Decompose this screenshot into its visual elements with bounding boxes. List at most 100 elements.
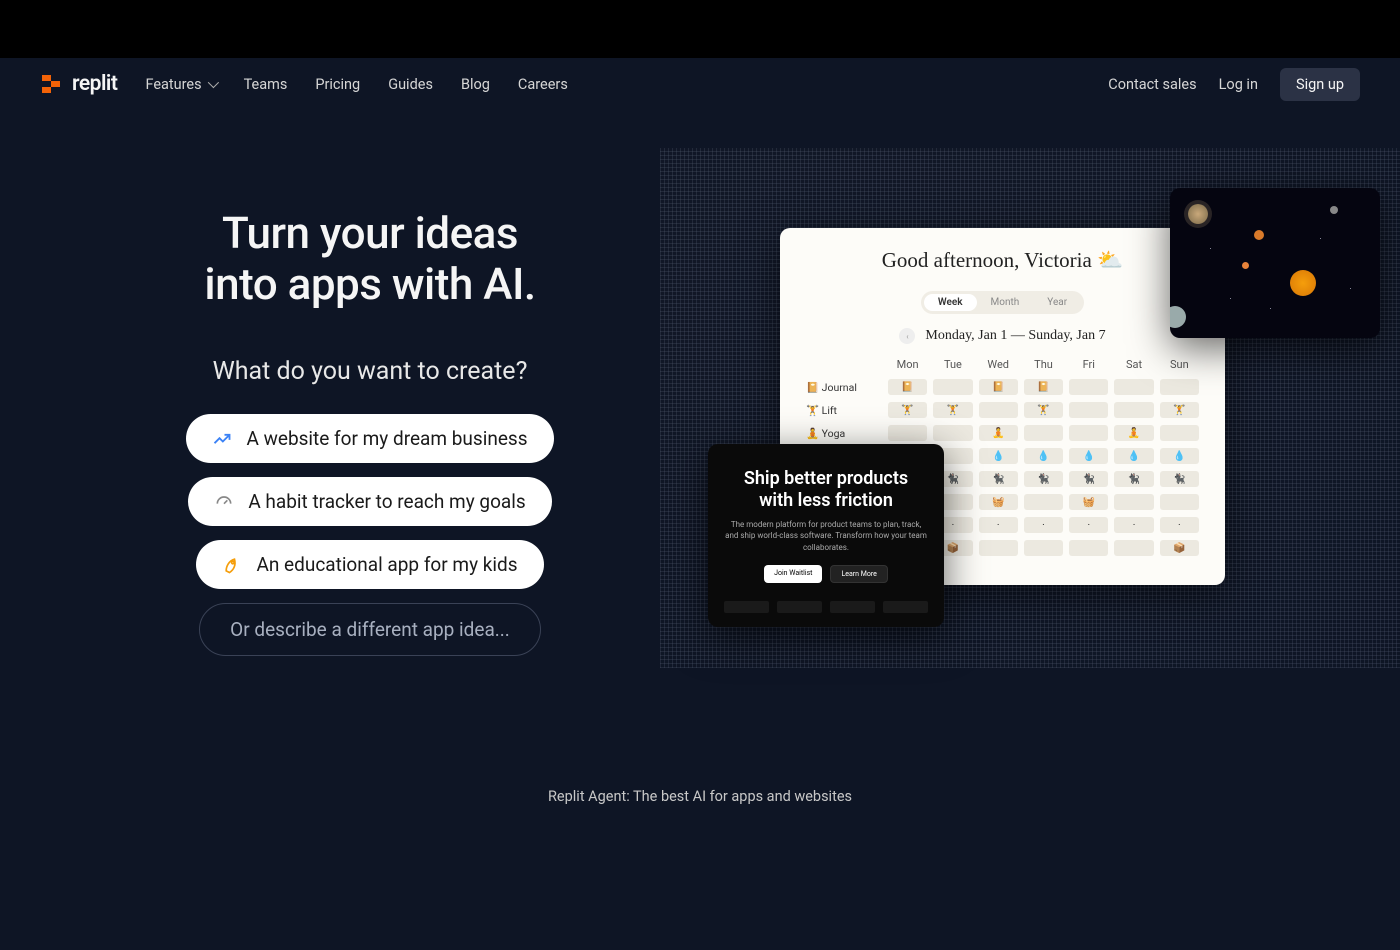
top-spacer bbox=[0, 0, 1400, 58]
headline-line2: into apps with AI. bbox=[204, 258, 535, 310]
habit-row: 🧘 Yoga🧘🧘 bbox=[806, 425, 1199, 441]
logo-icon bbox=[40, 72, 64, 96]
hero-headline: Turn your ideas into apps with AI. bbox=[120, 208, 620, 309]
prompt-education[interactable]: An educational app for my kids bbox=[196, 540, 543, 589]
habit-cell[interactable]: · bbox=[1114, 517, 1153, 533]
habit-cell[interactable] bbox=[1069, 379, 1108, 395]
prompt-website[interactable]: A website for my dream business bbox=[186, 414, 553, 463]
habit-cell[interactable]: 💧 bbox=[979, 448, 1018, 464]
habit-cell[interactable] bbox=[1069, 540, 1108, 556]
signup-button[interactable]: Sign up bbox=[1280, 68, 1360, 101]
habit-cell[interactable]: 🧘 bbox=[979, 425, 1018, 441]
prev-week-button[interactable]: ‹ bbox=[899, 328, 915, 344]
habit-cell[interactable] bbox=[888, 425, 927, 441]
day-sun: Sun bbox=[1160, 358, 1199, 371]
nav-blog[interactable]: Blog bbox=[461, 76, 490, 93]
product-desc: The modern platform for product teams to… bbox=[724, 519, 928, 553]
habit-cell[interactable] bbox=[933, 425, 972, 441]
habit-cell[interactable]: 💧 bbox=[1114, 448, 1153, 464]
habit-cell[interactable] bbox=[1024, 540, 1063, 556]
habit-cell[interactable]: 📦 bbox=[1160, 540, 1199, 556]
habit-cell[interactable] bbox=[1069, 425, 1108, 441]
habit-cell[interactable]: 💧 bbox=[1160, 448, 1199, 464]
habit-cell[interactable]: 📔 bbox=[1024, 379, 1063, 395]
habit-cell[interactable]: 📔 bbox=[888, 379, 927, 395]
footer-bar bbox=[830, 601, 875, 613]
planet-icon bbox=[1242, 262, 1249, 269]
habit-cell[interactable]: 💧 bbox=[1069, 448, 1108, 464]
habit-cell[interactable]: · bbox=[979, 517, 1018, 533]
nav-pricing[interactable]: Pricing bbox=[315, 76, 360, 93]
habit-cell[interactable] bbox=[1160, 379, 1199, 395]
habit-cell[interactable] bbox=[1160, 494, 1199, 510]
product-title-l1: Ship better products bbox=[744, 468, 908, 489]
login-link[interactable]: Log in bbox=[1219, 76, 1258, 93]
habit-cell[interactable] bbox=[1024, 425, 1063, 441]
habit-cell[interactable] bbox=[1114, 379, 1153, 395]
habit-cell[interactable]: 🏋️ bbox=[1024, 402, 1063, 418]
gauge-icon bbox=[214, 492, 234, 512]
tab-year[interactable]: Year bbox=[1033, 294, 1081, 311]
star-icon bbox=[1230, 298, 1231, 299]
habit-cell[interactable]: 🐈‍⬛ bbox=[1160, 471, 1199, 487]
nav-guides[interactable]: Guides bbox=[388, 76, 433, 93]
habit-cell[interactable]: 📔 bbox=[979, 379, 1018, 395]
habit-cell[interactable] bbox=[1024, 494, 1063, 510]
habit-cell[interactable]: 🧺 bbox=[1069, 494, 1108, 510]
habit-cell[interactable]: 🐈‍⬛ bbox=[1069, 471, 1108, 487]
habit-cell[interactable]: · bbox=[1024, 517, 1063, 533]
habit-cell[interactable] bbox=[1069, 402, 1108, 418]
hero-visual: Good afternoon, Victoria ⛅ Week Month Ye… bbox=[660, 148, 1400, 668]
habit-cell[interactable]: · bbox=[1069, 517, 1108, 533]
habit-cell[interactable]: 🧘 bbox=[1114, 425, 1153, 441]
habit-label: 🏋️ Lift bbox=[806, 404, 882, 417]
habit-cell[interactable] bbox=[933, 379, 972, 395]
tab-month[interactable]: Month bbox=[977, 294, 1034, 311]
habit-cell[interactable] bbox=[979, 402, 1018, 418]
habit-cell[interactable]: 🐈‍⬛ bbox=[1024, 471, 1063, 487]
rocket-icon bbox=[222, 555, 242, 575]
star-icon bbox=[1320, 238, 1321, 239]
nav-teams[interactable]: Teams bbox=[244, 76, 288, 93]
product-title: Ship better products with less friction bbox=[724, 468, 928, 511]
trending-up-icon bbox=[212, 429, 232, 449]
greeting-text: Good afternoon, Victoria ⛅ bbox=[806, 248, 1199, 273]
habit-cell[interactable] bbox=[979, 540, 1018, 556]
habit-cell[interactable]: 🐈‍⬛ bbox=[1114, 471, 1153, 487]
habit-cell[interactable]: 🐈‍⬛ bbox=[979, 471, 1018, 487]
prompt-habit[interactable]: A habit tracker to reach my goals bbox=[188, 477, 551, 526]
date-range-label: Monday, Jan 1 — Sunday, Jan 7 bbox=[925, 328, 1105, 344]
nav-features-label: Features bbox=[145, 76, 201, 93]
habit-cell[interactable] bbox=[1160, 425, 1199, 441]
habit-cell[interactable]: 🏋️ bbox=[933, 402, 972, 418]
habit-cell[interactable] bbox=[1114, 540, 1153, 556]
period-tabs: Week Month Year bbox=[921, 291, 1084, 314]
day-thu: Thu bbox=[1024, 358, 1063, 371]
habit-row: 📔 Journal 📔 📔 📔 bbox=[806, 379, 1199, 395]
habit-header-row: Mon Tue Wed Thu Fri Sat Sun bbox=[806, 358, 1199, 371]
habit-cell[interactable]: 💧 bbox=[1024, 448, 1063, 464]
nav-careers[interactable]: Careers bbox=[518, 76, 568, 93]
prompt-custom[interactable]: Or describe a different app idea... bbox=[199, 603, 541, 656]
tab-week[interactable]: Week bbox=[924, 294, 977, 311]
star-icon bbox=[1350, 288, 1351, 289]
logo[interactable]: replit bbox=[40, 72, 117, 96]
navbar: replit Features Teams Pricing Guides Blo… bbox=[0, 58, 1400, 110]
join-waitlist-button[interactable]: Join Waitlist bbox=[764, 565, 822, 583]
learn-more-button[interactable]: Learn More bbox=[830, 565, 887, 583]
footer-bar bbox=[777, 601, 822, 613]
habit-cell[interactable]: 🏋️ bbox=[888, 402, 927, 418]
product-footer-bars bbox=[724, 601, 928, 613]
habit-cell[interactable] bbox=[1114, 402, 1153, 418]
footer-tagline: Replit Agent: The best AI for apps and w… bbox=[0, 788, 1400, 805]
habit-label: 📔 Journal bbox=[806, 381, 882, 394]
prompt-habit-label: A habit tracker to reach my goals bbox=[248, 490, 525, 513]
nav-features[interactable]: Features bbox=[145, 76, 215, 93]
solar-system-card bbox=[1170, 188, 1380, 338]
habit-cell[interactable]: 🏋️ bbox=[1160, 402, 1199, 418]
contact-sales-link[interactable]: Contact sales bbox=[1108, 76, 1196, 93]
habit-cell[interactable] bbox=[1114, 494, 1153, 510]
habit-cell[interactable]: · bbox=[1160, 517, 1199, 533]
prompt-education-label: An educational app for my kids bbox=[256, 553, 517, 576]
habit-cell[interactable]: 🧺 bbox=[979, 494, 1018, 510]
